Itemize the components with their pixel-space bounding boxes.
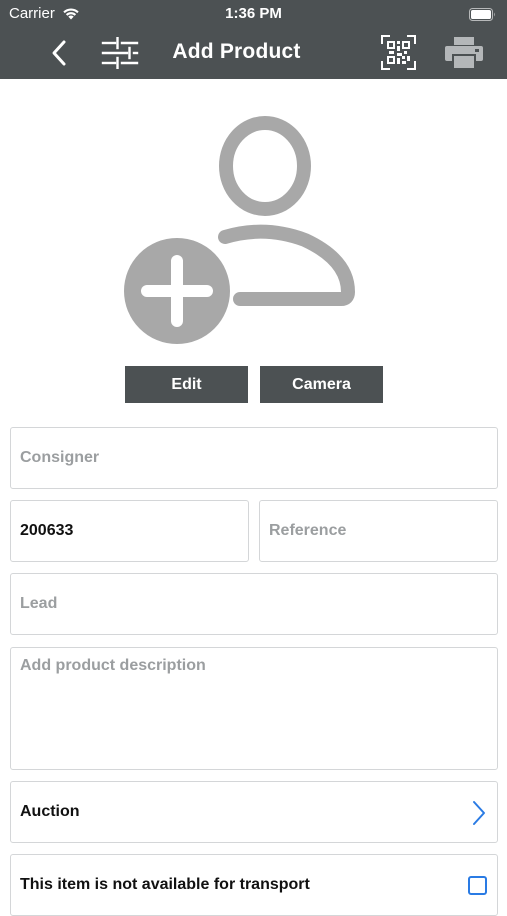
auction-label: Auction (20, 803, 80, 820)
add-photo-avatar-icon[interactable] (120, 112, 365, 350)
lead-field[interactable]: Lead (10, 573, 498, 635)
consigner-placeholder: Consigner (20, 449, 100, 466)
reference-placeholder: Reference (269, 522, 347, 539)
consigner-field[interactable]: Consigner (10, 427, 498, 489)
transport-row: This item is not available for transport (10, 854, 498, 916)
status-bar: Carrier 1:36 PM (0, 0, 507, 28)
description-placeholder: Add product description (20, 657, 206, 674)
auction-row[interactable]: Auction (10, 781, 498, 843)
reference-field[interactable]: Reference (259, 500, 498, 562)
product-number-field[interactable]: 200633 (10, 500, 249, 562)
chevron-right-icon (471, 800, 487, 826)
lead-placeholder: Lead (20, 595, 58, 612)
product-description-field[interactable]: Add product description (10, 647, 498, 770)
edit-photo-button[interactable]: Edit (125, 366, 248, 403)
nav-bar: Add Product (0, 28, 507, 79)
product-number-value: 200633 (20, 522, 74, 539)
printer-icon[interactable] (444, 36, 484, 70)
page-title: Add Product (172, 40, 301, 63)
app-header: Carrier 1:36 PM Add Product (0, 0, 507, 79)
battery-icon (469, 8, 496, 25)
status-time: 1:36 PM (225, 5, 282, 22)
transport-label: This item is not available for transport (20, 876, 310, 893)
qr-code-icon[interactable] (381, 35, 416, 70)
transport-checkbox[interactable] (468, 876, 487, 895)
camera-button[interactable]: Camera (260, 366, 383, 403)
